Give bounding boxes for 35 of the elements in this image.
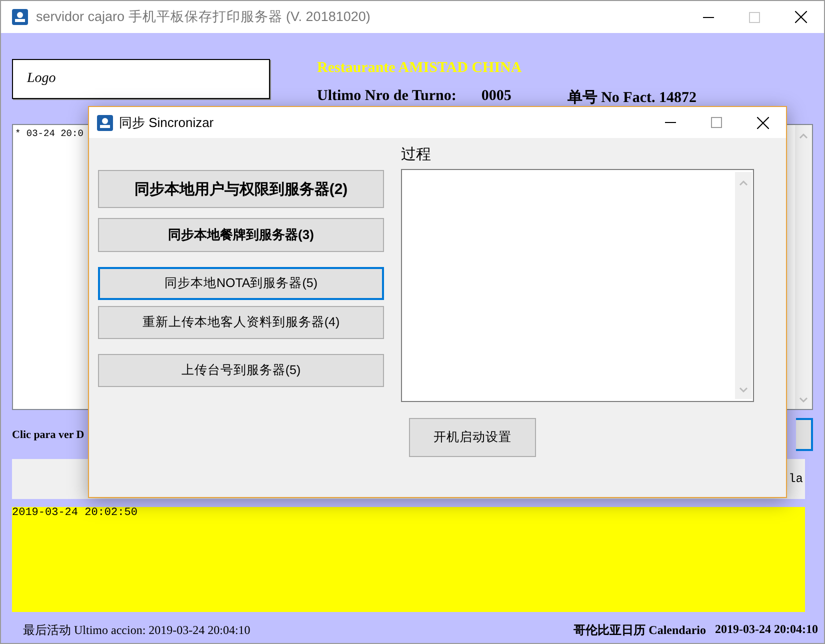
maximize-icon[interactable]	[711, 117, 722, 128]
action-button[interactable]	[796, 418, 813, 451]
sync-button[interactable]: 重新上传本地客人资料到服务器(4)	[98, 306, 384, 339]
scroll-up-icon[interactable]	[739, 180, 748, 186]
calendar-label: 哥伦比亚日历 Calendario	[574, 622, 706, 638]
sync-button[interactable]: 同步本地用户与权限到服务器(2)	[98, 170, 384, 208]
log-entry: 2019-03-24 20:02:50	[12, 507, 138, 519]
logo-box: Logo	[12, 59, 270, 99]
dialog-title: 同步 Sincronizar	[119, 114, 214, 132]
calendar-time: 2019-03-24 20:04:10	[715, 622, 818, 638]
scrollbar[interactable]	[735, 172, 752, 399]
scrollbar[interactable]	[795, 125, 812, 409]
startup-settings-button[interactable]: 开机启动设置	[409, 418, 536, 457]
sync-button[interactable]: 同步本地NOTA到服务器(5)	[98, 267, 384, 300]
log-line: * 03-24 20:0	[15, 128, 84, 139]
scroll-down-icon[interactable]	[799, 397, 808, 403]
close-icon[interactable]	[757, 116, 769, 128]
invoice-number: 单号 No Fact. 14872	[567, 88, 696, 107]
sync-button[interactable]: 上传台号到服务器(5)	[98, 354, 384, 387]
restaurant-name: Restaurante AMISTAD CHINA	[317, 60, 523, 77]
maximize-icon[interactable]	[749, 12, 760, 22]
close-icon[interactable]	[795, 11, 807, 23]
turn-number: 0005	[481, 88, 512, 106]
app-icon	[12, 9, 28, 25]
window-title: servidor cajaro 手机平板保存打印服务器 (V. 20181020)	[36, 8, 370, 26]
last-activity: 最后活动 Ultimo accion: 2019-03-24 20:04:10	[23, 622, 250, 638]
process-label: 过程	[401, 145, 432, 165]
sync-button[interactable]: 同步本地餐牌到服务器(3)	[98, 218, 384, 252]
scroll-down-icon[interactable]	[739, 387, 748, 393]
app-icon	[97, 114, 113, 130]
turn-label: Ultimo Nro de Turno:	[317, 88, 456, 106]
process-log-field[interactable]	[401, 169, 754, 402]
details-link[interactable]: Clic para ver D	[12, 428, 84, 440]
scroll-up-icon[interactable]	[799, 133, 808, 139]
info-text: la	[788, 472, 804, 486]
